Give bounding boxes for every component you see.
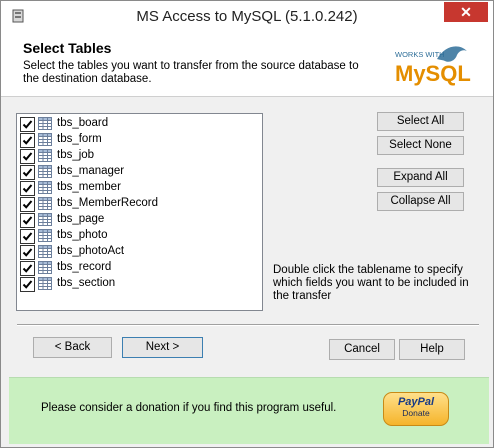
expand-all-button[interactable]: Expand All xyxy=(377,168,464,187)
table-checkbox[interactable] xyxy=(20,245,35,260)
page-description: Select the tables you want to transfer f… xyxy=(23,60,359,85)
table-icon xyxy=(38,133,52,146)
table-icon xyxy=(38,165,52,178)
table-name-label[interactable]: tbs_photoAct xyxy=(57,245,124,257)
table-icon xyxy=(38,181,52,194)
checkmark-icon xyxy=(22,168,33,177)
logo-main-text: MySQL xyxy=(395,61,471,86)
select-none-button[interactable]: Select None xyxy=(377,136,464,155)
table-name-label[interactable]: tbs_record xyxy=(57,261,111,273)
cancel-button[interactable]: Cancel xyxy=(329,339,395,360)
table-checkbox[interactable] xyxy=(20,149,35,164)
back-button[interactable]: < Back xyxy=(33,337,112,358)
table-name-label[interactable]: tbs_photo xyxy=(57,229,108,241)
paypal-donate-label: Donate xyxy=(402,408,430,418)
checkmark-icon xyxy=(22,216,33,225)
checkmark-icon xyxy=(22,152,33,161)
donation-footer: Please consider a donation if you find t… xyxy=(9,377,489,444)
table-checkbox[interactable] xyxy=(20,277,35,292)
table-name-label[interactable]: tbs_board xyxy=(57,117,108,129)
table-checkbox[interactable] xyxy=(20,213,35,228)
close-button[interactable]: ✕ xyxy=(444,2,488,22)
table-name-label[interactable]: tbs_form xyxy=(57,133,102,145)
table-icon xyxy=(38,245,52,258)
table-list[interactable]: tbs_board tbs_form tbs_job tbs_manager tbs_m… xyxy=(16,113,263,311)
mysql-logo: WORKS WITH MySQL xyxy=(395,46,471,86)
checkmark-icon xyxy=(22,264,33,273)
paypal-logo: PayPal xyxy=(397,396,435,408)
page-title: Select Tables xyxy=(23,40,112,56)
table-checkbox[interactable] xyxy=(20,229,35,244)
separator xyxy=(17,324,479,326)
table-name-label[interactable]: tbs_page xyxy=(57,213,104,225)
table-name-label[interactable]: tbs_section xyxy=(57,277,115,289)
table-icon xyxy=(38,213,52,226)
table-name-label[interactable]: tbs_job xyxy=(57,149,94,161)
table-checkbox[interactable] xyxy=(20,133,35,148)
table-icon xyxy=(38,277,52,290)
select-all-button[interactable]: Select All xyxy=(377,112,464,131)
help-button[interactable]: Help xyxy=(399,339,465,360)
table-checkbox[interactable] xyxy=(20,181,35,196)
checkmark-icon xyxy=(22,200,33,209)
title-bar[interactable]: MS Access to MySQL (5.1.0.242) ✕ xyxy=(1,1,493,32)
paypal-donate-button[interactable]: PayPal Donate xyxy=(383,392,449,426)
table-name-label[interactable]: tbs_manager xyxy=(57,165,124,177)
hint-text: Double click the tablename to specify wh… xyxy=(273,264,469,302)
window-title: MS Access to MySQL (5.1.0.242) xyxy=(136,8,358,25)
table-icon xyxy=(38,117,52,130)
checkmark-icon xyxy=(22,136,33,145)
checkmark-icon xyxy=(22,280,33,289)
table-checkbox[interactable] xyxy=(20,261,35,276)
next-button[interactable]: Next > xyxy=(122,337,203,358)
wizard-header: Select Tables Select the tables you want… xyxy=(1,32,493,97)
logo-top-text: WORKS WITH xyxy=(395,50,445,59)
checkmark-icon xyxy=(22,232,33,241)
table-icon xyxy=(38,229,52,242)
collapse-all-button[interactable]: Collapse All xyxy=(377,192,464,211)
checkmark-icon xyxy=(22,248,33,257)
checkmark-icon xyxy=(22,184,33,193)
donation-text: Please consider a donation if you find t… xyxy=(41,402,337,414)
main-window: MS Access to MySQL (5.1.0.242) ✕ Select … xyxy=(0,0,494,448)
table-icon xyxy=(38,261,52,274)
checkmark-icon xyxy=(22,120,33,129)
table-checkbox[interactable] xyxy=(20,117,35,132)
table-icon xyxy=(38,197,52,210)
table-name-label[interactable]: tbs_member xyxy=(57,181,121,193)
table-icon xyxy=(38,149,52,162)
table-name-label[interactable]: tbs_MemberRecord xyxy=(57,197,158,209)
table-checkbox[interactable] xyxy=(20,197,35,212)
table-checkbox[interactable] xyxy=(20,165,35,180)
